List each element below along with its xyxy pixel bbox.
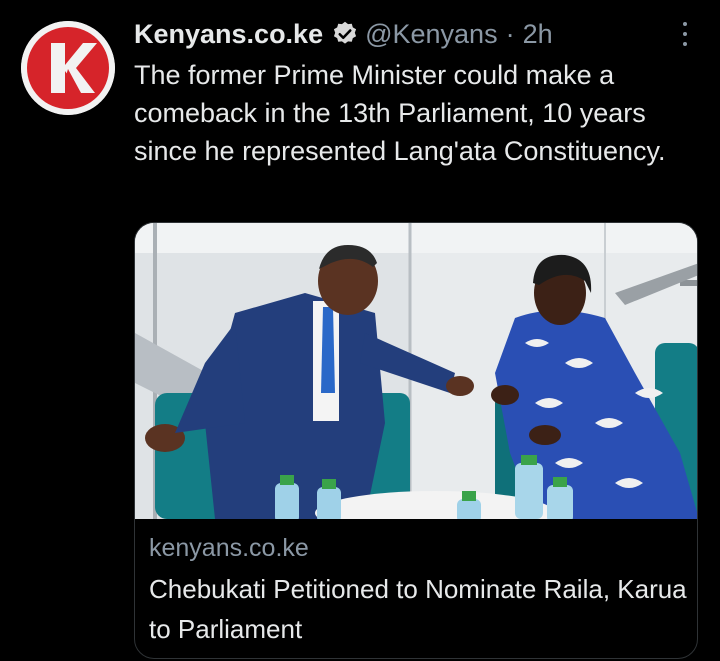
link-domain: kenyans.co.ke — [149, 534, 309, 562]
link-preview-card[interactable]: kenyans.co.ke Chebukati Petitioned to No… — [134, 222, 698, 659]
more-options-icon[interactable] — [676, 20, 694, 48]
tweet-timestamp[interactable]: 2h — [523, 19, 553, 50]
link-preview-image — [135, 223, 697, 519]
profile-avatar[interactable] — [21, 21, 115, 115]
kenyans-logo-icon — [21, 21, 115, 115]
link-preview-info: kenyans.co.ke Chebukati Petitioned to No… — [149, 531, 689, 649]
tweet-text: The former Prime Minister could make a c… — [134, 60, 666, 166]
author-name[interactable]: Kenyans.co.ke — [134, 19, 323, 50]
tweet-header: Kenyans.co.ke @Kenyans · 2h — [134, 14, 553, 54]
link-title[interactable]: Chebukati Petitioned to Nominate Raila, … — [149, 569, 689, 649]
verified-badge-icon — [331, 20, 359, 48]
separator-dot: · — [505, 18, 515, 49]
author-handle[interactable]: @Kenyans — [365, 19, 497, 50]
